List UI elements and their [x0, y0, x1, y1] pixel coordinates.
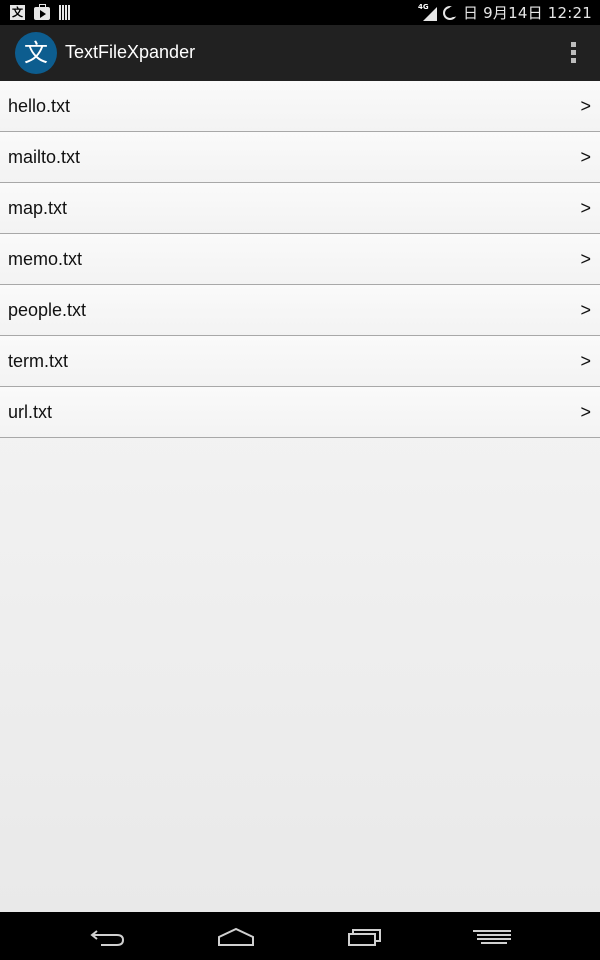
recent-apps-button[interactable] — [340, 920, 390, 952]
overflow-dot-icon — [571, 50, 576, 55]
do-not-disturb-icon — [443, 5, 459, 20]
file-row-term[interactable]: term.txt > — [0, 336, 600, 387]
overflow-dot-icon — [571, 58, 576, 63]
chevron-right-icon: > — [580, 96, 591, 116]
chevron-right-icon: > — [580, 147, 591, 167]
chevron-right-icon: > — [580, 351, 591, 371]
home-icon — [218, 927, 254, 946]
back-button[interactable] — [83, 920, 133, 952]
file-row-mailto[interactable]: mailto.txt > — [0, 132, 600, 183]
back-arrow-icon — [90, 930, 125, 946]
chevron-right-icon: > — [580, 249, 591, 269]
action-bar: 文 TextFileXpander — [0, 25, 600, 81]
file-row-people[interactable]: people.txt > — [0, 285, 600, 336]
status-bar: 文 4G 日 9月14日 12:21 — [0, 0, 600, 25]
play-store-bag-icon — [34, 4, 50, 20]
file-row-url[interactable]: url.txt > — [0, 387, 600, 438]
chevron-right-icon: > — [580, 300, 591, 320]
signal-strength-icon: 4G — [418, 3, 437, 21]
file-row-hello[interactable]: hello.txt > — [0, 81, 600, 132]
file-list: hello.txt > mailto.txt > map.txt > memo.… — [0, 81, 600, 438]
file-name: people.txt — [8, 300, 87, 320]
recent-apps-icon — [348, 929, 381, 946]
home-button[interactable] — [211, 920, 261, 952]
file-name: term.txt — [8, 351, 69, 371]
app-title: TextFileXpander — [65, 42, 196, 62]
chevron-right-icon: > — [580, 198, 591, 218]
file-list-container: hello.txt > mailto.txt > map.txt > memo.… — [0, 81, 600, 912]
menu-lines-icon — [473, 930, 511, 944]
file-name: map.txt — [8, 198, 68, 218]
wen-character-icon: 文 — [10, 5, 25, 20]
navigation-bar — [0, 912, 600, 960]
notification-icons: 文 — [10, 4, 71, 21]
chevron-right-icon: > — [580, 402, 591, 422]
overflow-dot-icon — [571, 42, 576, 47]
file-name: memo.txt — [8, 249, 83, 269]
file-row-map[interactable]: map.txt > — [0, 183, 600, 234]
file-name: mailto.txt — [8, 147, 81, 167]
file-name: url.txt — [8, 402, 53, 422]
status-datetime: 日 9月14日 12:21 — [463, 4, 592, 22]
app-logo-icon[interactable]: 文 — [15, 32, 57, 74]
file-name: hello.txt — [8, 96, 71, 116]
file-row-memo[interactable]: memo.txt > — [0, 234, 600, 285]
overflow-menu-button[interactable] — [568, 42, 578, 64]
system-icons: 4G 日 9月14日 12:21 — [418, 3, 592, 23]
barcode-icon — [59, 5, 71, 20]
menu-button[interactable] — [467, 920, 517, 952]
